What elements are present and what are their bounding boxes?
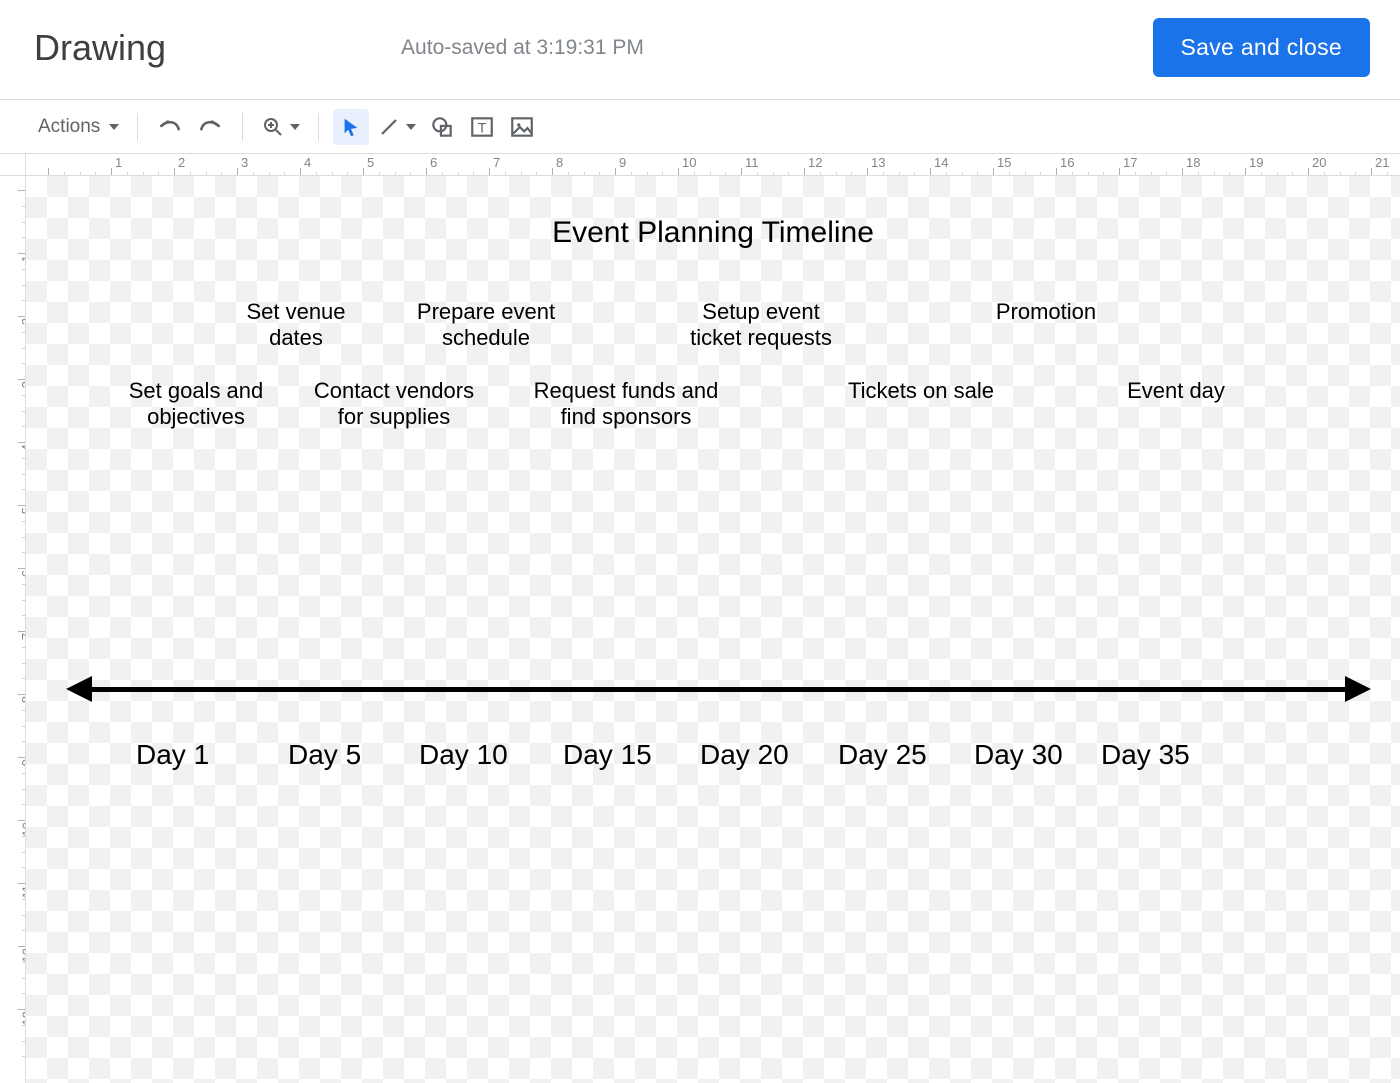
actions-label: Actions [38,116,104,138]
ruler-corner [0,154,26,176]
timeline-event-upper[interactable]: Promotion [976,299,1116,325]
toolbar: Actions T [0,100,1400,154]
dialog-title: Drawing [34,27,166,69]
timeline-day-label[interactable]: Day 30 [974,739,1063,771]
redo-icon [197,114,223,140]
line-icon [377,115,401,139]
timeline-event-lower[interactable]: Set goals and objectives [106,378,286,431]
textbox-tool-button[interactable]: T [464,109,500,145]
timeline-event-upper[interactable]: Prepare event schedule [401,299,571,352]
horizontal-ruler[interactable]: 123456789101112131415161718192021 [26,154,1400,176]
canvas-title-text[interactable]: Event Planning Timeline [26,216,1400,250]
textbox-icon: T [469,114,495,140]
zoom-icon [261,115,285,139]
select-tool-button[interactable] [333,109,369,145]
chevron-down-icon [109,124,119,130]
shape-icon [429,114,455,140]
drawing-canvas[interactable]: Event Planning Timeline Set venue dates P… [26,176,1400,1083]
actions-menu-button[interactable]: Actions [34,109,123,145]
save-and-close-button[interactable]: Save and close [1153,18,1370,77]
timeline-day-label[interactable]: Day 5 [288,739,361,771]
dialog-header: Drawing Auto-saved at 3:19:31 PM Save an… [0,0,1400,100]
timeline-event-upper[interactable]: Setup event ticket requests [666,299,856,352]
timeline-event-lower[interactable]: Contact vendors for supplies [294,378,494,431]
timeline-day-label[interactable]: Day 25 [838,739,927,771]
autosave-status: Auto-saved at 3:19:31 PM [401,36,644,60]
separator [242,113,243,141]
line-tool-button[interactable] [373,109,420,145]
chevron-down-icon [290,124,300,130]
timeline-event-lower[interactable]: Event day [1106,378,1246,404]
chevron-down-icon [406,124,416,130]
redo-button[interactable] [192,109,228,145]
separator [137,113,138,141]
workspace: 123456789101112131415161718192021 123456… [0,154,1400,1083]
timeline-day-label[interactable]: Day 1 [136,739,209,771]
cursor-icon [340,116,362,138]
image-icon [509,114,535,140]
timeline-day-label[interactable]: Day 20 [700,739,789,771]
timeline-event-upper[interactable]: Set venue dates [226,299,366,352]
image-tool-button[interactable] [504,109,540,145]
zoom-button[interactable] [257,109,304,145]
arrow-right-head[interactable] [1345,676,1371,702]
timeline-day-label[interactable]: Day 35 [1101,739,1190,771]
vertical-ruler[interactable]: 12345678910111213 [0,176,26,1083]
svg-text:T: T [478,119,487,135]
timeline-day-label[interactable]: Day 15 [563,739,652,771]
timeline-event-lower[interactable]: Request funds and find sponsors [516,378,736,431]
shape-tool-button[interactable] [424,109,460,145]
undo-button[interactable] [152,109,188,145]
undo-icon [157,114,183,140]
separator [318,113,319,141]
timeline-day-label[interactable]: Day 10 [419,739,508,771]
timeline-event-lower[interactable]: Tickets on sale [826,378,1016,404]
timeline-arrow-line[interactable] [86,687,1351,692]
